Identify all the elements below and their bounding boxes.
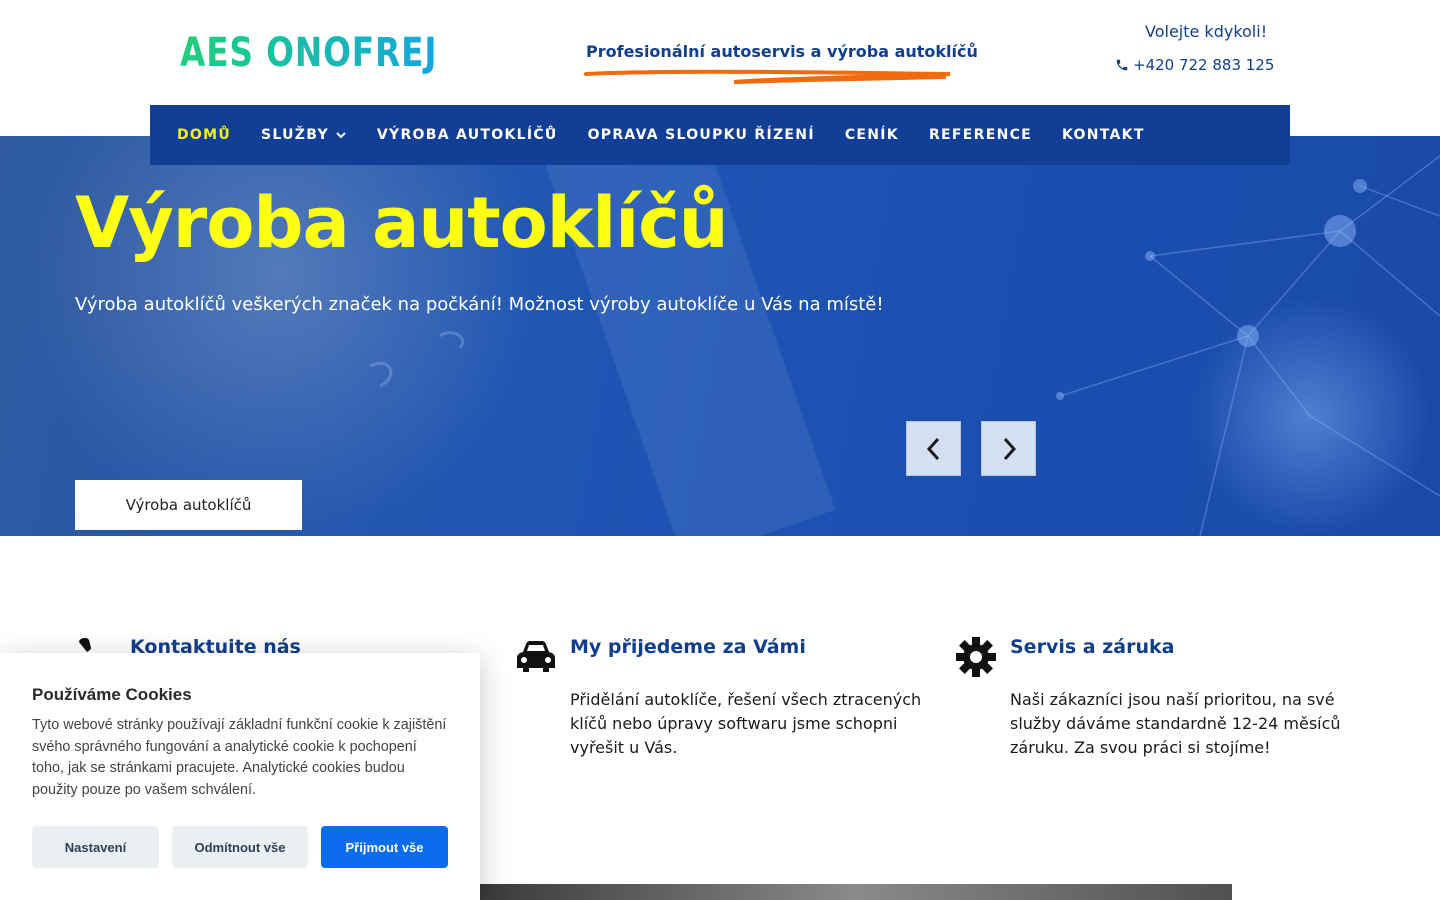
chevron-down-icon (336, 132, 346, 139)
slider-prev-button[interactable] (906, 421, 961, 476)
tagline-brush-stroke (584, 69, 951, 84)
hero-title: Výroba autoklíčů (75, 182, 729, 264)
phone-number: +420 722 883 125 (1133, 56, 1275, 74)
feature-title: Servis a záruka (1010, 636, 1175, 658)
cookie-title: Používáme Cookies (32, 685, 192, 704)
nav-item-domu[interactable]: DOMŮ (177, 127, 231, 143)
chevron-right-icon (1003, 437, 1016, 460)
header-phone-link[interactable]: +420 722 883 125 (1115, 56, 1274, 74)
nav-item-vyroba-autoklicu[interactable]: VÝROBA AUTOKLÍČŮ (377, 127, 558, 143)
cookie-reject-all-button[interactable]: Odmítnout vše (172, 826, 308, 868)
chevron-left-icon (926, 437, 939, 460)
phone-icon (1116, 59, 1128, 71)
gear-icon (956, 637, 996, 677)
main-navigation: DOMŮ SLUŽBY VÝROBA AUTOKLÍČŮ OPRAVA SLOU… (150, 105, 1290, 165)
feature-title: My přijedeme za Vámi (570, 636, 806, 658)
cookie-settings-button[interactable]: Nastavení (32, 826, 159, 868)
call-anytime-label: Volejte kdykoli! (1145, 22, 1268, 41)
cookie-consent-dialog: Používáme Cookies Tyto webové stránky po… (0, 653, 480, 900)
car-icon (517, 641, 555, 672)
section-image (480, 884, 1232, 900)
hero-slider: Výroba autoklíčů Výroba autoklíčů vešker… (0, 136, 1440, 536)
nav-item-oprava-sloupku[interactable]: OPRAVA SLOUPKU ŘÍZENÍ (588, 127, 815, 143)
cookie-description: Tyto webové stránky používají základní f… (32, 717, 447, 799)
nav-item-cenik[interactable]: CENÍK (845, 127, 899, 143)
logo-text: AES ONOFREJ (180, 30, 438, 76)
hero-cta-button[interactable]: Výroba autoklíčů (75, 480, 302, 530)
slider-next-button[interactable] (981, 421, 1036, 476)
cookie-accept-all-button[interactable]: Přijmout vše (321, 826, 448, 868)
site-logo[interactable]: AES ONOFREJ (160, 12, 470, 94)
feature-text: Naši zákazníci jsou naší prioritou, na s… (1010, 690, 1341, 757)
nav-item-sluzby[interactable]: SLUŽBY (261, 127, 347, 143)
hero-subtitle: Výroba autoklíčů veškerých značek na poč… (75, 294, 884, 315)
tagline: Profesionální autoservis a výroba autokl… (586, 42, 978, 61)
feature-text: Přidělání autoklíče, řešení všech ztrace… (570, 690, 922, 757)
nav-item-kontakt[interactable]: KONTAKT (1062, 127, 1145, 143)
nav-item-sluzby-label: SLUŽBY (261, 127, 329, 143)
nav-item-reference[interactable]: REFERENCE (929, 127, 1032, 143)
